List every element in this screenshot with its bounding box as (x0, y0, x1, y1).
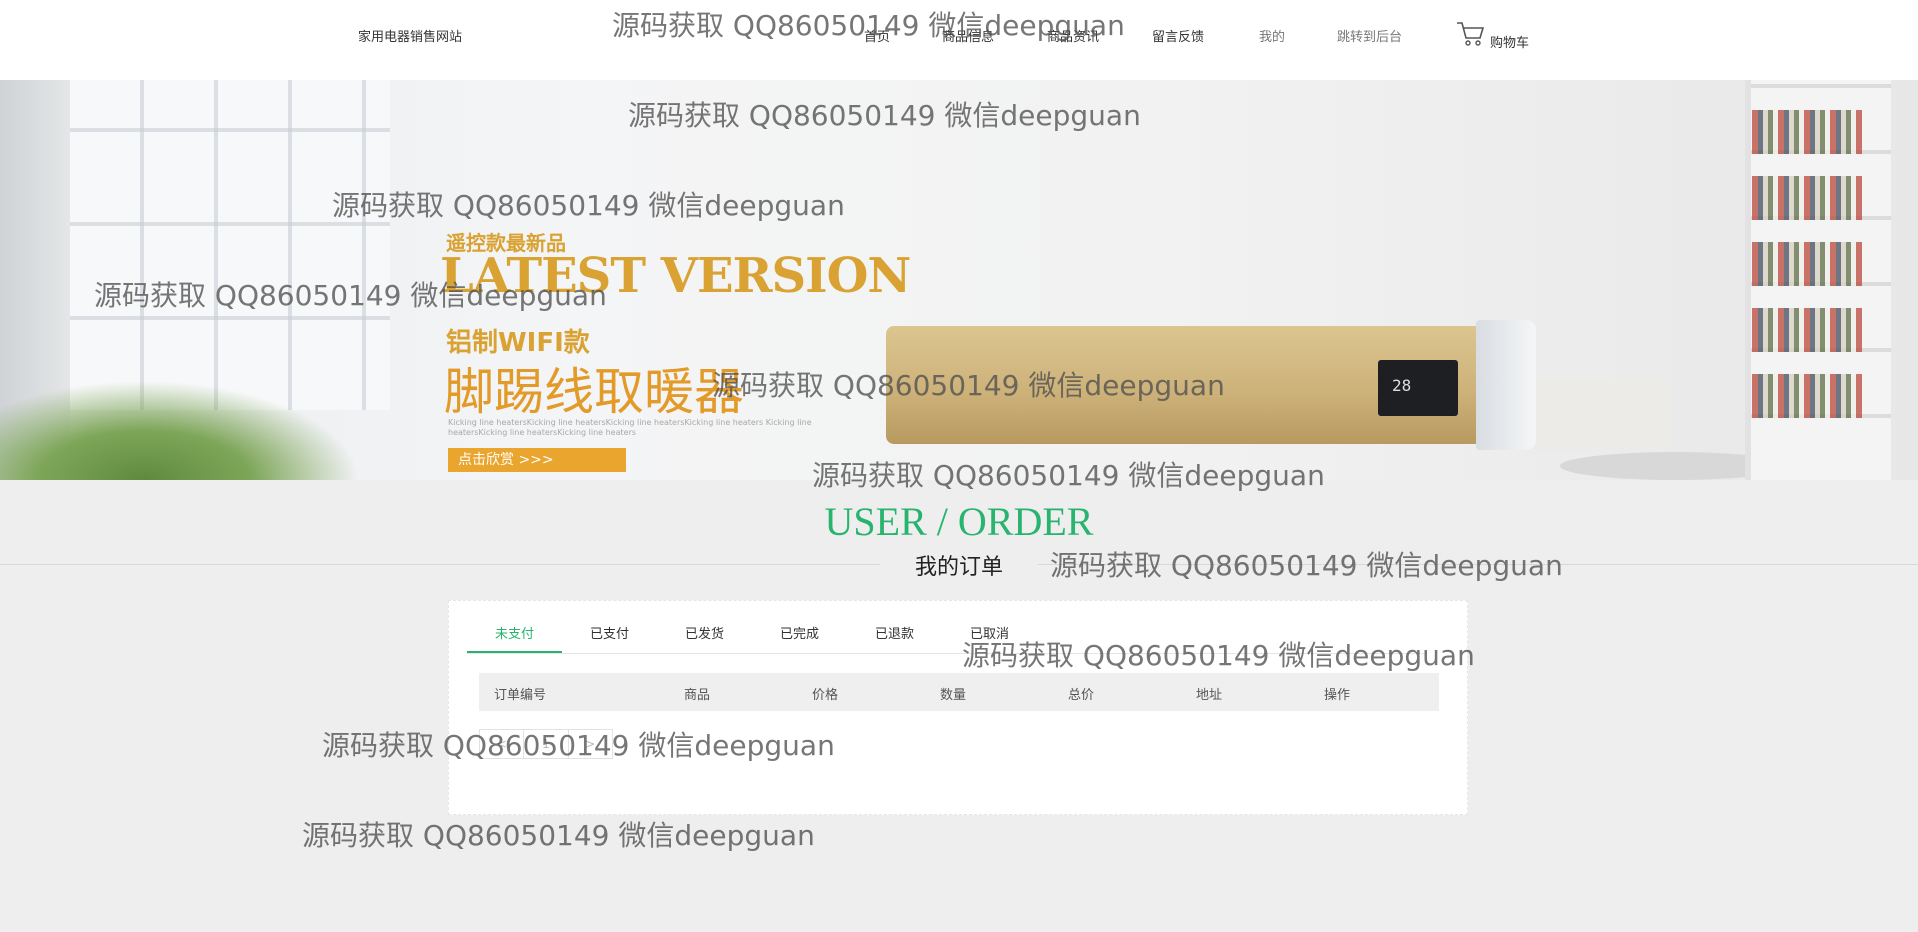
books-decoration (1752, 374, 1862, 418)
banner-product-name: 脚踢线取暖器 (444, 363, 744, 421)
nav-home[interactable]: 首页 (864, 26, 890, 45)
banner-fine-print: Kicking line heatersKicking line heaters… (448, 418, 812, 437)
tab-paid[interactable]: 已支付 (562, 623, 657, 642)
column-header-actions: 操作 (1324, 688, 1351, 703)
order-status-tabs: 未支付 已支付 已发货 已完成 已退款 已取消 (467, 613, 1427, 654)
column-header-address: 地址 (1196, 688, 1223, 703)
column-header-price: 价格 (812, 688, 839, 703)
books-decoration (1752, 176, 1862, 220)
pagination: < 1 > (479, 729, 613, 759)
column-header-quantity: 数量 (940, 688, 967, 703)
nav-news[interactable]: 商品资讯 (1047, 26, 1099, 45)
section-title: USER / ORDER (824, 499, 1094, 544)
column-header-product: 商品 (684, 688, 711, 703)
site-title[interactable]: 家用电器销售网站 (358, 26, 462, 45)
watermark-text: 源码获取 QQ86050149 微信deepguan (302, 819, 815, 852)
cart-label: 购物车 (1490, 35, 1530, 51)
column-header-total: 总价 (1068, 688, 1095, 703)
heater-display-reading: 28 (1392, 376, 1412, 395)
nav-products[interactable]: 商品信息 (942, 26, 994, 45)
column-header-order-number: 订单编号 (494, 688, 547, 703)
cart-link[interactable]: 购物车 (1456, 21, 1529, 51)
books-decoration (1752, 110, 1862, 154)
banner-cta-button[interactable]: 点击欣赏 >>> (448, 448, 626, 472)
cart-icon (1456, 21, 1486, 51)
tab-shipped[interactable]: 已发货 (657, 623, 752, 642)
pagination-prev-button[interactable]: < (480, 730, 525, 758)
tab-cancelled[interactable]: 已取消 (942, 623, 1037, 642)
tab-completed[interactable]: 已完成 (752, 623, 847, 642)
top-header: 家用电器销售网站 首页 商品信息 商品资讯 留言反馈 我的 跳转到后台 购物车 (0, 0, 1918, 80)
active-tab-indicator (467, 651, 562, 653)
window-decoration (70, 80, 390, 410)
plant-decoration (0, 380, 360, 480)
section-subtitle: 我的订单 (880, 549, 1038, 581)
nav-feedback[interactable]: 留言反馈 (1152, 26, 1204, 45)
banner-headline: LATEST VERSION (440, 248, 911, 304)
pagination-page-1[interactable]: 1 (524, 730, 569, 758)
tab-unpaid[interactable]: 未支付 (467, 623, 562, 642)
nav-admin[interactable]: 跳转到后台 (1337, 26, 1402, 45)
nav-my-account[interactable]: 我的 (1259, 26, 1285, 45)
orders-table-header: 订单编号 商品 价格 数量 总价 地址 操作 (479, 673, 1439, 711)
books-decoration (1752, 242, 1862, 286)
hero-banner[interactable]: 遥控款最新品 LATEST VERSION 铝制WIFI款 脚踢线取暖器 Kic… (0, 80, 1918, 480)
books-decoration (1752, 308, 1862, 352)
pagination-next-button[interactable]: > (569, 730, 612, 758)
tab-refunded[interactable]: 已退款 (847, 623, 942, 642)
heater-display: 28 (1378, 360, 1458, 416)
orders-panel: 未支付 已支付 已发货 已完成 已退款 已取消 订单编号 商品 价格 数量 总价… (448, 600, 1468, 815)
heater-end-cap (1476, 320, 1536, 450)
